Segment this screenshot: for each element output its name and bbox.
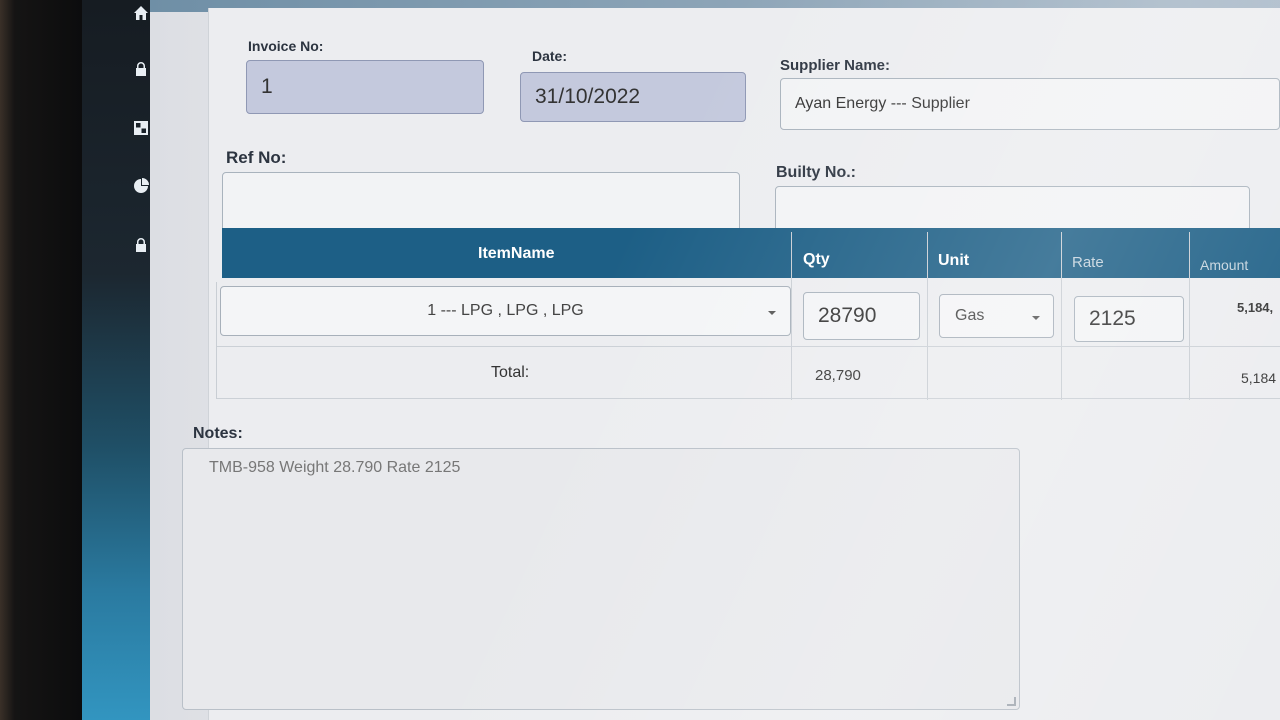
home-icon[interactable]: [132, 4, 150, 22]
column-header-amount: Amount: [1200, 257, 1249, 273]
supplier-name-value: Ayan Energy --- Supplier: [795, 95, 970, 112]
date-field[interactable]: 31/10/2022: [520, 72, 746, 122]
item-select-value: 1 --- LPG , LPG , LPG: [427, 302, 584, 319]
row-divider: [216, 398, 1280, 399]
column-header-rate: Rate: [1072, 254, 1104, 271]
lock-icon[interactable]: [132, 236, 150, 254]
builty-no-label: Builty No.:: [776, 164, 856, 181]
column-header-unit: Unit: [938, 252, 970, 269]
column-divider: [1061, 232, 1062, 400]
ref-no-label: Ref No:: [226, 148, 287, 167]
notes-value: TMB-958 Weight 28.790 Rate 2125: [209, 459, 461, 476]
notes-label: Notes:: [193, 425, 243, 442]
invoice-no-field[interactable]: 1: [246, 60, 484, 114]
date-label: Date:: [532, 48, 568, 64]
column-divider: [791, 232, 792, 400]
row-divider: [216, 346, 1280, 347]
supplier-name-label: Supplier Name:: [780, 57, 891, 74]
column-divider: [927, 232, 928, 400]
chevron-down-icon: [768, 311, 776, 315]
ref-no-input[interactable]: [222, 172, 740, 232]
amount-value: 5,184,: [1237, 300, 1274, 315]
table-left-border: [216, 282, 217, 399]
invoice-no-label: Invoice No:: [248, 38, 324, 54]
table-header: [222, 228, 1280, 278]
unit-select-value: Gas: [955, 307, 985, 324]
column-header-qty: Qty: [803, 251, 830, 268]
grid-icon[interactable]: [132, 119, 150, 137]
pie-chart-icon[interactable]: [132, 177, 150, 195]
supplier-name-field[interactable]: Ayan Energy --- Supplier: [780, 78, 1280, 130]
invoice-no-value: 1: [261, 75, 273, 98]
total-amount: 5,184: [1241, 370, 1277, 386]
item-select[interactable]: 1 --- LPG , LPG , LPG: [220, 286, 791, 336]
rate-input[interactable]: 2125: [1074, 296, 1184, 342]
qty-input[interactable]: 28790: [803, 292, 920, 340]
lock-icon[interactable]: [132, 60, 150, 78]
qty-value: 28790: [818, 304, 877, 327]
monitor-bezel: [0, 0, 82, 720]
total-qty: 28,790: [815, 367, 861, 384]
date-value: 31/10/2022: [535, 85, 641, 108]
resize-handle-icon[interactable]: [1007, 697, 1016, 706]
chevron-down-icon: [1032, 316, 1040, 320]
rate-value: 2125: [1089, 307, 1136, 330]
notes-textarea[interactable]: TMB-958 Weight 28.790 Rate 2125: [182, 448, 1020, 710]
unit-select[interactable]: Gas: [939, 294, 1054, 338]
column-header-itemname: ItemName: [478, 245, 555, 262]
column-divider: [1189, 232, 1190, 400]
total-label: Total:: [491, 364, 530, 381]
